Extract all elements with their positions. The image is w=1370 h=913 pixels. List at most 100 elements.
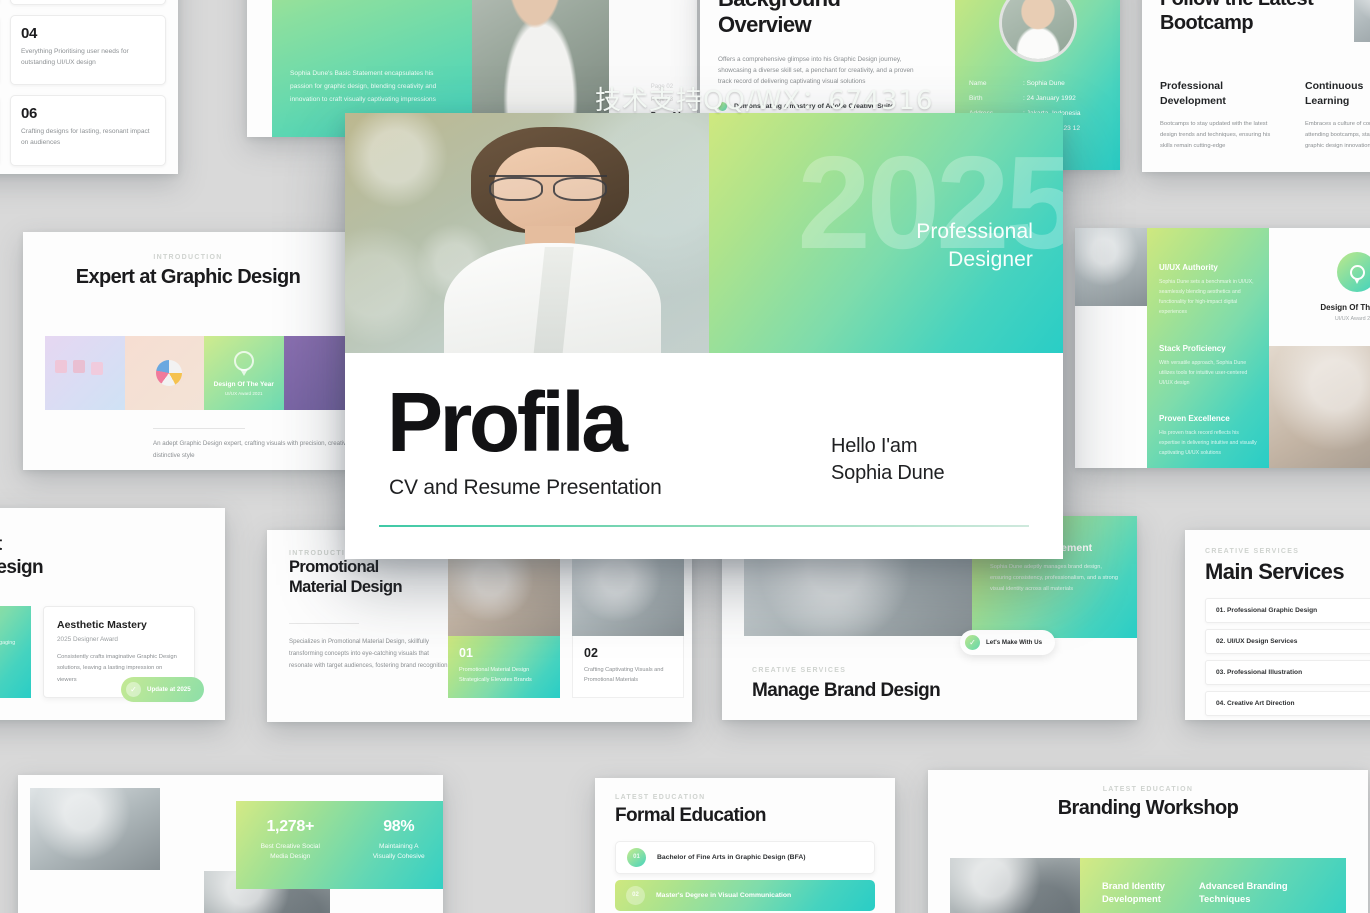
- background-title-line2: Overview: [718, 11, 812, 37]
- education-item[interactable]: 01 Bachelor of Fine Arts in Graphic Desi…: [615, 840, 875, 874]
- stat-block: 1,278+ Best Creative Social Media Design: [236, 801, 345, 889]
- item-text: Master's Degree in Visual Communication: [656, 891, 792, 899]
- workshop-row: Brand Identity Development Advanced Bran…: [950, 858, 1346, 913]
- status-pill-update[interactable]: ✓ Update at 2025: [121, 677, 204, 702]
- creative-green-card[interactable]: Creative Crafting designs with lasting, …: [0, 605, 31, 698]
- creative-content: Creative at Graphic Design Creative Craf…: [0, 508, 225, 698]
- expert-footer: An adept Graphic Design expert, crafting…: [153, 428, 353, 462]
- uiux-green-panel: UI/UX Authority Sophia Dune sets a bench…: [1147, 228, 1269, 468]
- detail-row: Name : Sophia Dune: [969, 76, 1106, 91]
- about-page-prev1: Page 02: [650, 84, 674, 91]
- hero-author: Hello I'am Sophia Dune: [831, 433, 1031, 487]
- stat-label-line1: Best Creative Social: [260, 843, 320, 850]
- hero-role-line1: Professional: [916, 220, 1033, 243]
- hero-title-slide[interactable]: 2025 Professional Designer Profila CV an…: [345, 113, 1063, 559]
- stat-label-line2: Media Design: [270, 853, 311, 861]
- creative-title-line2: Graphic Design: [0, 556, 44, 578]
- column-line1: Advanced Branding: [1199, 880, 1288, 891]
- award-subtitle: UI/UX Award 2021: [224, 390, 263, 396]
- bullet-text: Demonstrating a mastery of Adobe Creativ…: [734, 102, 894, 110]
- bootcamp-title-line1: Follow the Latest: [1160, 0, 1370, 11]
- service-item[interactable]: 04. Creative Art Direction →: [1205, 691, 1370, 717]
- column-body: Embraces a culture of continuous learnin…: [1305, 120, 1370, 150]
- card-text: Crafting Captivating Visuals and Promoti…: [584, 667, 664, 684]
- accent-rule: [379, 525, 1029, 527]
- bootcamp-content: LATEST EDUCATION Follow the Latest Bootc…: [1142, 0, 1370, 169]
- about-title-line2: Statement: [290, 0, 452, 5]
- education-title: Formal Education: [615, 805, 766, 826]
- card-title: Aesthetic Mastery: [57, 618, 147, 631]
- stats-green-panel: 1,278+ Best Creative Social Media Design…: [236, 801, 443, 889]
- item-number-badge: 01: [627, 847, 646, 867]
- uiux-block: UI/UX Authority Sophia Dune sets a bench…: [1159, 263, 1257, 318]
- medal-icon: [1349, 264, 1365, 284]
- slide-main-services[interactable]: CREATIVE SERVICES Main Services 01. Prof…: [1185, 530, 1370, 720]
- hero-role: Professional Designer: [709, 218, 1033, 273]
- cube-icon: [54, 359, 67, 373]
- slide-uiux-authority[interactable]: Design Of The Year UI/UX Award 2021 UI/U…: [1075, 228, 1370, 468]
- slide-formal-education[interactable]: LATEST EDUCATION Formal Education 01 Bac…: [595, 778, 895, 913]
- hero-hello-line1: Hello I'am: [831, 435, 918, 457]
- hero-green-panel: 2025 Professional Designer: [709, 113, 1063, 353]
- process-card-number: 04: [21, 24, 37, 42]
- block-title: Stack Proficiency: [1159, 343, 1226, 353]
- panel-body: Sophia Dune adeptly manages brand design…: [990, 564, 1118, 593]
- promotional-card-photo: [448, 552, 560, 636]
- award-title: Design Of The Year: [213, 380, 274, 388]
- promotional-card-meta: 01 Promotional Material Design Strategic…: [448, 636, 560, 698]
- stat-number: 98%: [383, 818, 415, 835]
- about-body: Sophia Dune's Basic Statement encapsulat…: [290, 69, 437, 103]
- divider: [289, 623, 359, 625]
- item-text: Bachelor of Fine Arts in Graphic Design …: [657, 853, 806, 861]
- uiux-block: Stack Proficiency With versatile approac…: [1159, 344, 1257, 388]
- hero-hello-line2: Sophia Dune: [831, 462, 945, 485]
- bootcamp-title-line2: Bootcamp: [1160, 12, 1254, 34]
- service-item[interactable]: 03. Professional Illustration →: [1205, 660, 1370, 686]
- bootcamp-column: Professional Development Bootcamps to st…: [1160, 79, 1279, 153]
- slide-creative-at-graphic-design[interactable]: Creative at Graphic Design Creative Craf…: [0, 508, 225, 720]
- lets-make-with-us-pill[interactable]: ✓ Let's Make With Us: [960, 630, 1056, 655]
- promotional-card[interactable]: 02 Crafting Captivating Visuals and Prom…: [572, 552, 684, 698]
- process-card[interactable]: 06 Crafting designs for lasting, resonan…: [10, 95, 166, 166]
- award-title: Design Of The Year: [1320, 303, 1370, 312]
- check-icon: ✓: [126, 682, 141, 697]
- divider: [153, 428, 245, 429]
- services-list: 01. Professional Graphic Design → 02. UI…: [1205, 598, 1370, 717]
- services-eyebrow: CREATIVE SERVICES: [1205, 548, 1300, 555]
- process-card[interactable]: 02 Always Creating deep connections thro…: [10, 0, 166, 5]
- slide-social-media-stats[interactable]: 1,278+ Best Creative Social Media Design…: [18, 775, 443, 913]
- pill-label: Let's Make With Us: [986, 639, 1043, 646]
- expert-title: Expert at Graphic Design: [75, 266, 301, 288]
- medal-icon: [233, 350, 254, 376]
- slide-branding-workshop[interactable]: LATEST EDUCATION Branding Workshop Brand…: [928, 770, 1368, 913]
- card-subtitle: 2025 Designer Award: [57, 635, 118, 643]
- creative-title-line1: Creative at: [0, 534, 225, 557]
- hero-subtitle: CV and Resume Presentation: [389, 476, 662, 499]
- slide-expert-at-graphic-design[interactable]: INTRODUCTION Expert at Graphic Design De…: [23, 232, 353, 470]
- about-page-prev2: Page 03: [650, 97, 674, 104]
- slide-design-process[interactable]: ...ssion into ...mpactful graphic 02 Alw…: [0, 0, 178, 174]
- item-number-badge: 02: [626, 885, 645, 905]
- pill-label: Update at 2025: [147, 686, 191, 693]
- bootcamp-columns: Professional Development Bootcamps to st…: [1160, 79, 1370, 153]
- slide-follow-latest-bootcamp[interactable]: LATEST EDUCATION Follow the Latest Bootc…: [1142, 0, 1370, 172]
- hero-portrait-photo: [345, 113, 709, 353]
- bullet-item: Demonstrating a mastery of Adobe Creativ…: [718, 101, 937, 111]
- background-body: Offers a comprehensive glimpse into his …: [718, 55, 914, 86]
- service-label: 04. Creative Art Direction: [1216, 700, 1295, 708]
- column-line2: Techniques: [1199, 892, 1251, 904]
- process-card[interactable]: 04 Everything Prioritising user needs fo…: [10, 14, 166, 86]
- uiux-top-photo: [1075, 228, 1147, 306]
- detail-row: Birth : 24 January 1992: [969, 91, 1106, 106]
- uiux-award-block: Design Of The Year UI/UX Award 2021: [1269, 228, 1370, 346]
- stat-label-line1: Maintaining A: [378, 843, 419, 850]
- process-card-text: Everything Prioritising user needs for o…: [21, 47, 129, 66]
- service-item[interactable]: 01. Professional Graphic Design →: [1205, 598, 1370, 624]
- award-circle-icon: [1337, 252, 1370, 292]
- promotional-card[interactable]: 01 Promotional Material Design Strategic…: [448, 552, 560, 698]
- workshop-eyebrow: LATEST EDUCATION: [1102, 786, 1194, 793]
- service-item[interactable]: 02. UI/UX Design Services →: [1205, 629, 1370, 655]
- presentation-mockup-canvas: ...ssion into ...mpactful graphic 02 Alw…: [0, 0, 1370, 913]
- column-line1: Brand Identity: [1102, 880, 1166, 891]
- education-item[interactable]: 02 Master's Degree in Visual Communicati…: [615, 879, 875, 911]
